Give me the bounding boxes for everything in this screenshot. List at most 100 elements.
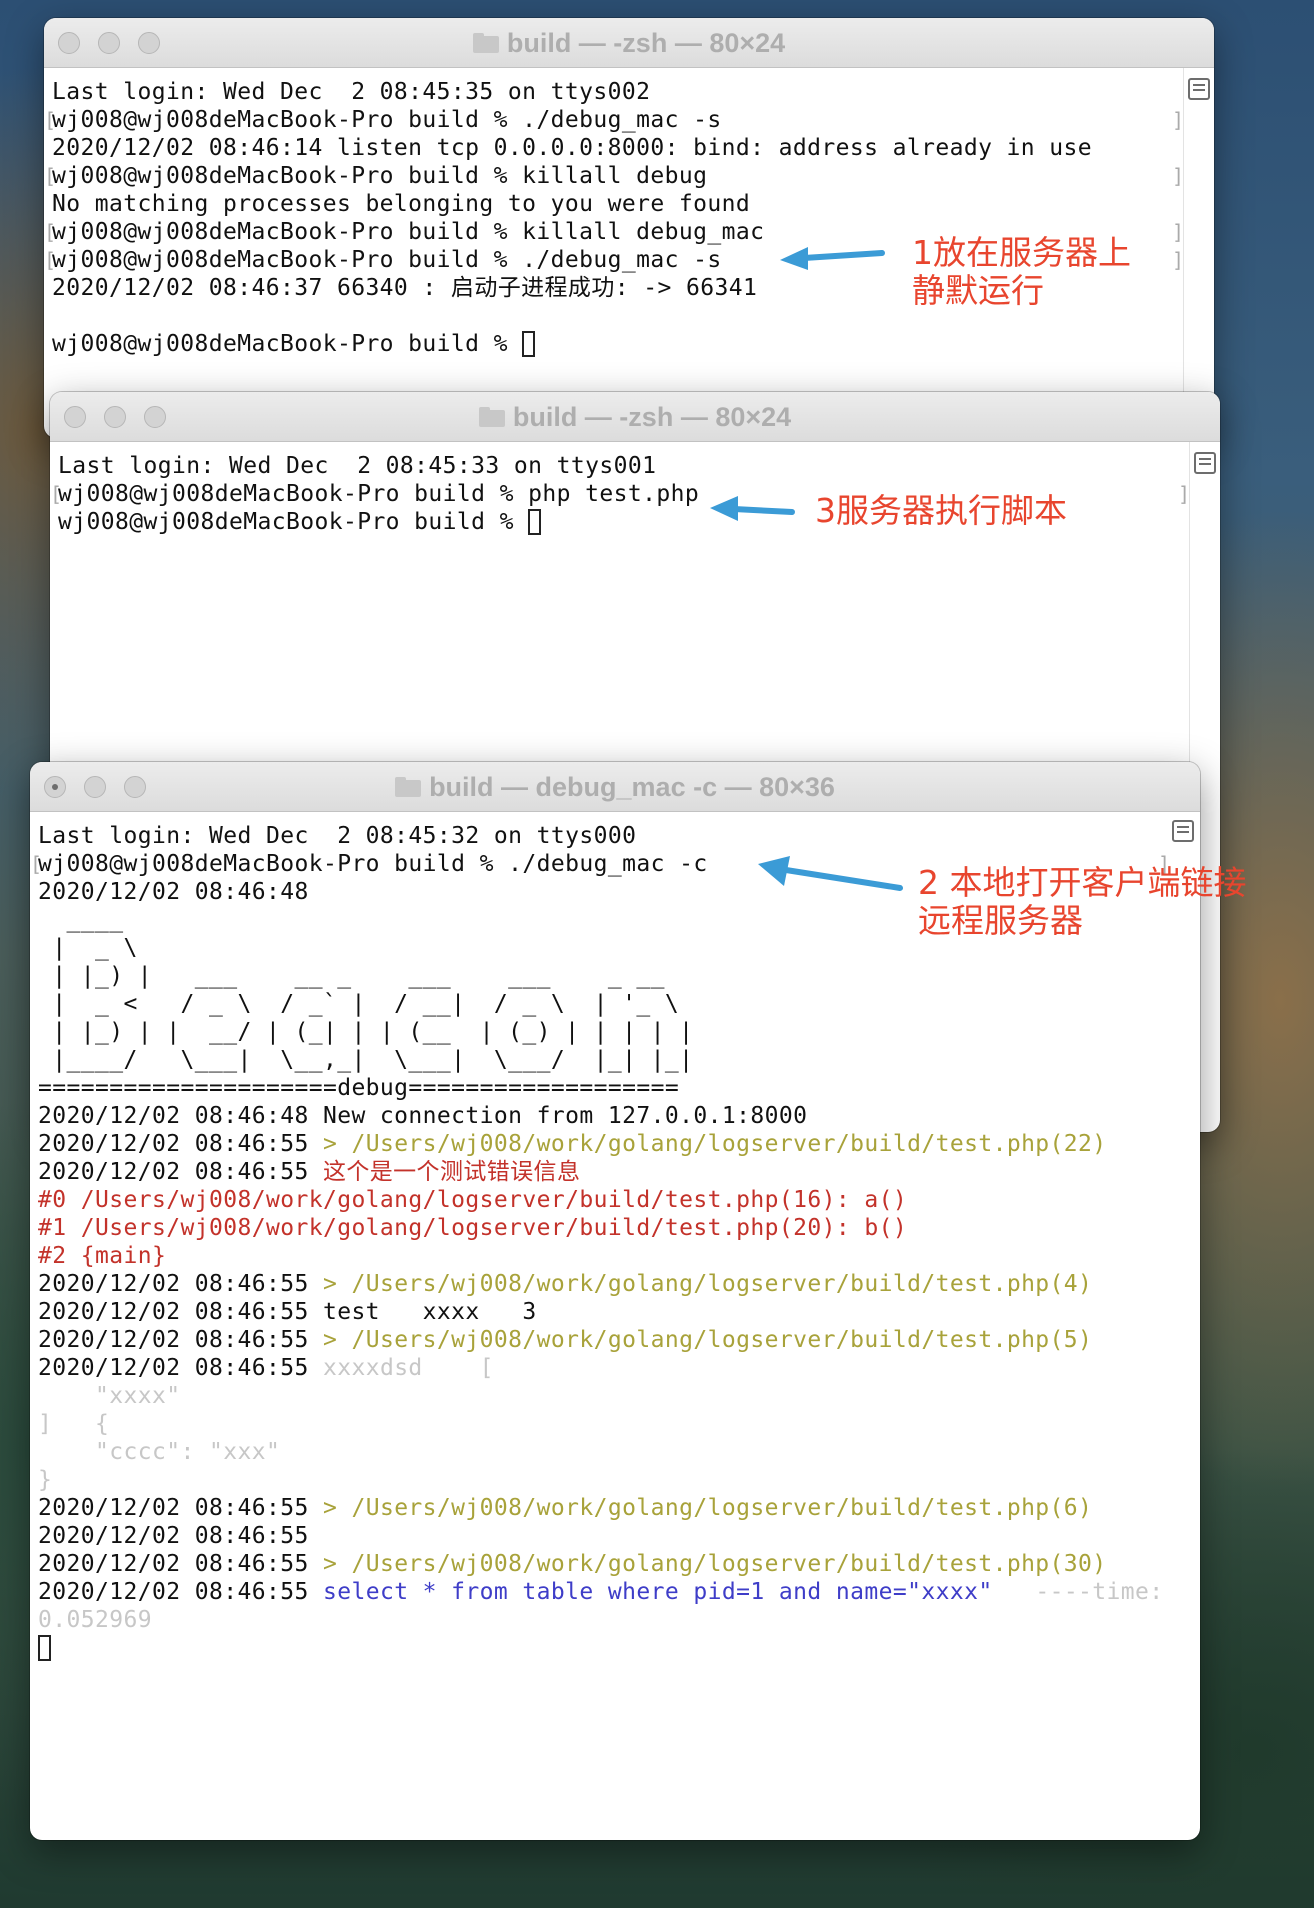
terminal-line: 2020/12/02 08:46:55 这个是一个测试错误信息 [38, 1158, 1150, 1186]
arrow-icon [710, 496, 795, 521]
folder-icon [395, 777, 422, 797]
terminal-line: | |_) | | __/ | (_| | | (__ | (_) | | | … [38, 1018, 1150, 1046]
terminal-text: 0.052969 [38, 1607, 152, 1633]
terminal-line: #1 /Users/wj008/work/golang/logserver/bu… [38, 1214, 1150, 1242]
terminal-text: | _ < / _ \ / _` | / __| / _ \ | '_ \ [38, 991, 680, 1017]
terminal-output[interactable]: Last login: Wed Dec 2 08:45:35 on ttys00… [52, 78, 1164, 358]
terminal-line: wj008@wj008deMacBook-Pro build % ./debug… [52, 106, 1164, 134]
arrow-icon [758, 856, 903, 891]
terminal-line: Last login: Wed Dec 2 08:45:33 on ttys00… [58, 452, 1170, 480]
terminal-text: 2020/12/02 08:46:55 [38, 1495, 323, 1521]
terminal-line: =====================debug==============… [38, 1074, 1150, 1102]
arrow-icon [780, 247, 885, 270]
terminal-text: 2020/12/02 08:46:55 [38, 1579, 323, 1605]
title-bar[interactable]: build — -zsh — 80×24 [50, 392, 1220, 442]
terminal-text: xxxxdsd [ [322, 1355, 494, 1381]
terminal-text: 2020/12/02 08:46:55 [38, 1523, 309, 1549]
terminal-text: wj008@wj008deMacBook-Pro build % [52, 331, 523, 357]
terminal-text: ____ [38, 907, 124, 933]
scrollbar-lines-icon[interactable] [1172, 820, 1194, 842]
command-mark-bracket: [ [44, 248, 57, 272]
command-mark-bracket: ] [1172, 248, 1185, 272]
terminal-text: > /Users/wj008/work/golang/logserver/bui… [322, 1271, 1093, 1297]
window-title: build — -zsh — 80×24 [506, 27, 786, 58]
terminal-text: | |_) | ___ __ _ ___ ___ _ __ [38, 963, 665, 989]
terminal-line: #0 /Users/wj008/work/golang/logserver/bu… [38, 1186, 1150, 1214]
terminal-text: | _ \ [38, 935, 138, 961]
terminal-text: wj008@wj008deMacBook-Pro build % ./debug… [52, 247, 722, 273]
terminal-text: ----time: [992, 1579, 1164, 1605]
terminal-line: |____/ \___| \__,_| \___| \___/ |_| |_| [38, 1046, 1150, 1074]
terminal-text: Last login: Wed Dec 2 08:45:33 on ttys00… [58, 453, 657, 479]
terminal-line: 2020/12/02 08:46:55 > /Users/wj008/work/… [38, 1494, 1150, 1522]
terminal-line: 2020/12/02 08:46:55 select * from table … [38, 1578, 1163, 1606]
terminal-line: Last login: Wed Dec 2 08:45:35 on ttys00… [52, 78, 1164, 106]
terminal-line: 2020/12/02 08:46:55 [38, 1522, 1150, 1550]
terminal-text: 2020/12/02 08:46:55 [38, 1355, 323, 1381]
terminal-window-server[interactable]: build — -zsh — 80×24 Last login: Wed Dec… [44, 18, 1214, 438]
window-title: build — -zsh — 80×24 [512, 401, 792, 432]
terminal-text: ] { [38, 1411, 110, 1437]
title-bar[interactable]: build — debug_mac -c — 80×36 [30, 762, 1200, 812]
text-cursor [38, 1635, 51, 1661]
terminal-text: #0 /Users/wj008/work/golang/logserver/bu… [38, 1187, 908, 1213]
command-mark-bracket: [ [30, 852, 43, 876]
terminal-line: 2020/12/02 08:46:48 New connection from … [38, 1102, 1150, 1130]
terminal-line: 0.052969 [38, 1606, 1150, 1634]
folder-icon [478, 407, 505, 427]
terminal-text: | |_) | | __/ | (_| | | (__ | (_) | | | … [38, 1019, 694, 1045]
terminal-line: } [38, 1466, 1150, 1494]
terminal-text: 2020/12/02 08:46:55 [38, 1551, 323, 1577]
command-mark-bracket: [ [44, 164, 57, 188]
terminal-text: Last login: Wed Dec 2 08:45:32 on ttys00… [38, 823, 637, 849]
terminal-line: "xxxx" [38, 1382, 1150, 1410]
terminal-text: wj008@wj008deMacBook-Pro build % ./debug… [38, 851, 708, 877]
terminal-text: wj008@wj008deMacBook-Pro build % killall… [52, 219, 765, 245]
text-cursor [528, 509, 542, 535]
command-mark-bracket: [ [44, 220, 57, 244]
scrollbar-lines-icon[interactable] [1188, 78, 1210, 100]
terminal-line: Last login: Wed Dec 2 08:45:32 on ttys00… [38, 822, 1150, 850]
command-mark-bracket: [ [50, 482, 63, 506]
terminal-line: No matching processes belonging to you w… [52, 190, 1164, 218]
terminal-line: 2020/12/02 08:46:55 > /Users/wj008/work/… [38, 1130, 1150, 1158]
terminal-text: select * from table where pid=1 and name… [322, 1579, 993, 1605]
terminal-line: 2020/12/02 08:46:55 > /Users/wj008/work/… [38, 1326, 1150, 1354]
terminal-text: 2020/12/02 08:46:37 66340 : 启动子进程成功: -> … [52, 275, 758, 301]
terminal-line: wj008@wj008deMacBook-Pro build % [52, 330, 1164, 358]
terminal-text: } [38, 1467, 53, 1493]
title-bar[interactable]: build — -zsh — 80×24 [44, 18, 1214, 68]
terminal-text: 2020/12/02 08:46:55 [38, 1327, 323, 1353]
terminal-text: #1 /Users/wj008/work/golang/logserver/bu… [38, 1215, 908, 1241]
command-mark-bracket: ] [1172, 108, 1185, 132]
terminal-line: | |_) | ___ __ _ ___ ___ _ __ [38, 962, 1150, 990]
terminal-text: wj008@wj008deMacBook-Pro build % killall… [52, 163, 708, 189]
terminal-text: wj008@wj008deMacBook-Pro build % php tes… [58, 481, 700, 507]
terminal-line: 2020/12/02 08:46:14 listen tcp 0.0.0.0:8… [52, 134, 1164, 162]
terminal-line: | _ < / _ \ / _` | / __| / _ \ | '_ \ [38, 990, 1150, 1018]
terminal-text: Last login: Wed Dec 2 08:45:35 on ttys00… [52, 79, 651, 105]
terminal-text: > /Users/wj008/work/golang/logserver/bui… [322, 1551, 1107, 1577]
folder-icon [472, 33, 499, 53]
terminal-line: ] { [38, 1410, 1150, 1438]
terminal-line: 2020/12/02 08:46:55 xxxxdsd [ [38, 1354, 1150, 1382]
text-cursor [522, 331, 536, 357]
command-mark-bracket: ] [1178, 482, 1191, 506]
terminal-text: wj008@wj008deMacBook-Pro build % ./debug… [52, 107, 722, 133]
window-title: build — debug_mac -c — 80×36 [429, 771, 835, 802]
terminal-text: #2 {main} [38, 1243, 167, 1269]
terminal-text: |____/ \___| \__,_| \___| \___/ |_| |_| [38, 1047, 694, 1073]
terminal-text: 2020/12/02 08:46:48 New connection from … [38, 1103, 808, 1129]
scrollbar-lines-icon[interactable] [1194, 452, 1216, 474]
annotation-server-run-script: 3服务器执行脚本 [815, 491, 1067, 530]
terminal-line: 2020/12/02 08:46:55 > /Users/wj008/work/… [38, 1270, 1150, 1298]
terminal-text: > /Users/wj008/work/golang/logserver/bui… [322, 1327, 1093, 1353]
annotation-client-connect: 2 本地打开客户端链接 远程服务器 [918, 863, 1247, 940]
command-mark-bracket: ] [1172, 220, 1185, 244]
terminal-text: 这个是一个测试错误信息 [322, 1159, 581, 1185]
terminal-line: #2 {main} [38, 1242, 1150, 1270]
terminal-text: 2020/12/02 08:46:48 [38, 879, 309, 905]
terminal-text: "xxxx" [38, 1383, 181, 1409]
terminal-output[interactable]: Last login: Wed Dec 2 08:45:32 on ttys00… [38, 822, 1163, 1662]
terminal-line: "cccc": "xxx" [38, 1438, 1150, 1466]
